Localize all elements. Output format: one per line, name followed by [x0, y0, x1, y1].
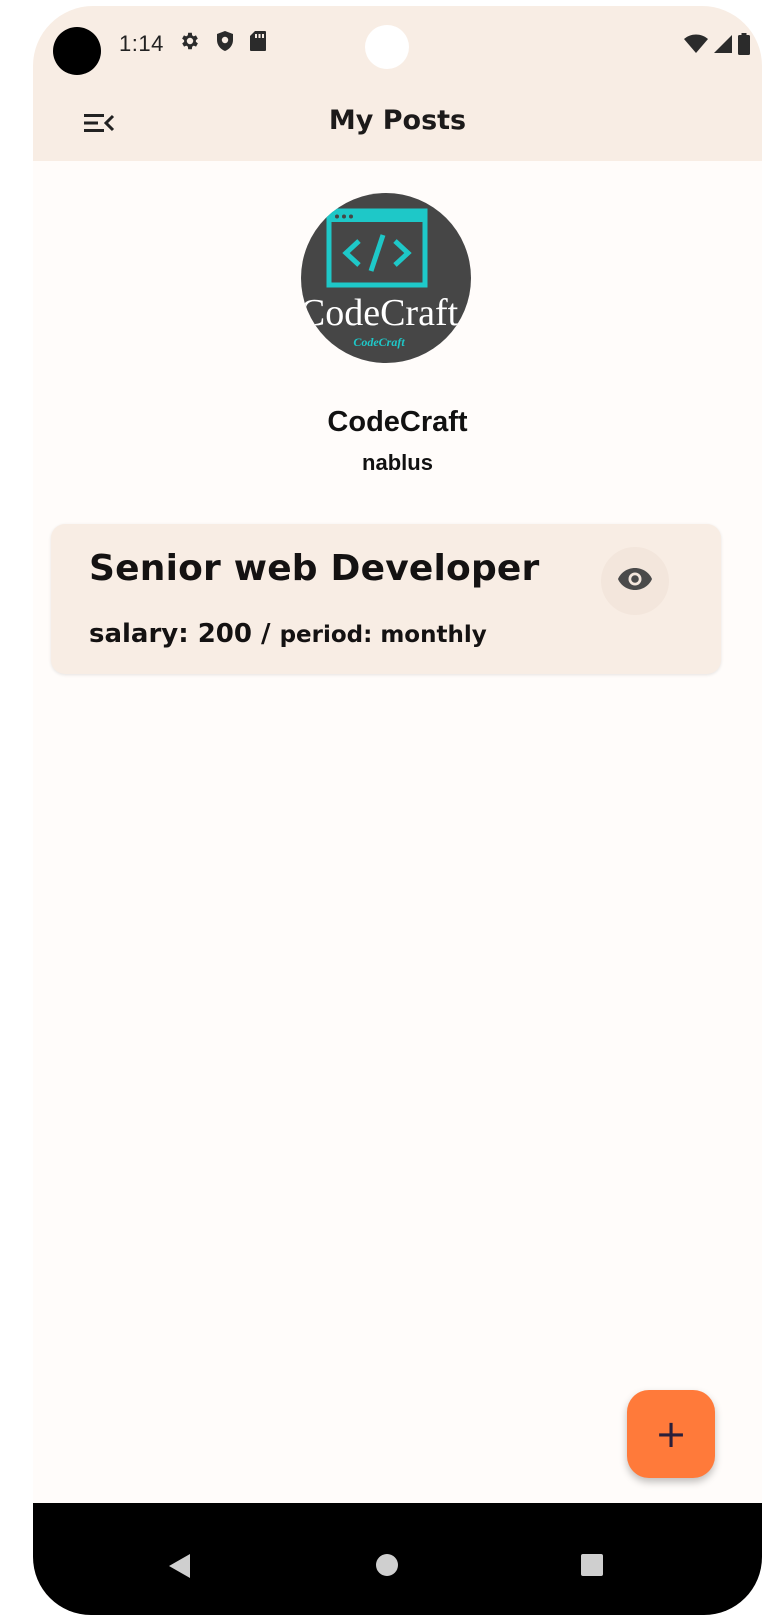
post-period: period: monthly: [279, 622, 487, 648]
wifi-icon: [684, 34, 708, 59]
add-post-button[interactable]: +: [627, 1390, 715, 1478]
post-salary-value: salary: 200 /: [89, 619, 280, 649]
avatar-logo-text: CodeCraft: [301, 292, 459, 334]
status-icons-left: [179, 30, 267, 52]
battery-icon: [738, 33, 750, 60]
avatar-logo-subtext: CodeCraft: [353, 335, 405, 349]
camera-cutout: [53, 27, 101, 75]
view-post-button[interactable]: [601, 547, 669, 615]
shield-icon: [215, 30, 235, 52]
post-title: Senior web Developer: [89, 548, 540, 589]
system-nav-bar: [33, 1503, 762, 1615]
page-title: My Posts: [328, 105, 467, 136]
eye-icon: [617, 567, 653, 596]
phone-screen: 1:14 My Posts CodeCraft CodeCraft CodeCr…: [33, 6, 762, 1615]
post-salary: salary: 200 / period: monthly: [89, 619, 487, 649]
status-icons-right: [684, 33, 750, 60]
profile-city: nablus: [362, 450, 433, 475]
status-time: 1:14: [119, 31, 164, 56]
back-icon[interactable]: [168, 1553, 192, 1584]
front-camera: [365, 25, 409, 69]
top-app-bar: 1:14 My Posts: [33, 6, 762, 161]
add-icon: +: [655, 1412, 687, 1456]
signal-icon: [713, 34, 733, 59]
profile-name: CodeCraft: [327, 406, 468, 438]
post-card[interactable]: Senior web Developer salary: 200 / perio…: [51, 524, 721, 674]
avatar: CodeCraft CodeCraft: [301, 193, 471, 363]
recents-icon[interactable]: [580, 1553, 604, 1582]
sd-card-icon: [249, 30, 267, 52]
settings-icon: [179, 30, 201, 52]
home-icon[interactable]: [375, 1553, 399, 1582]
